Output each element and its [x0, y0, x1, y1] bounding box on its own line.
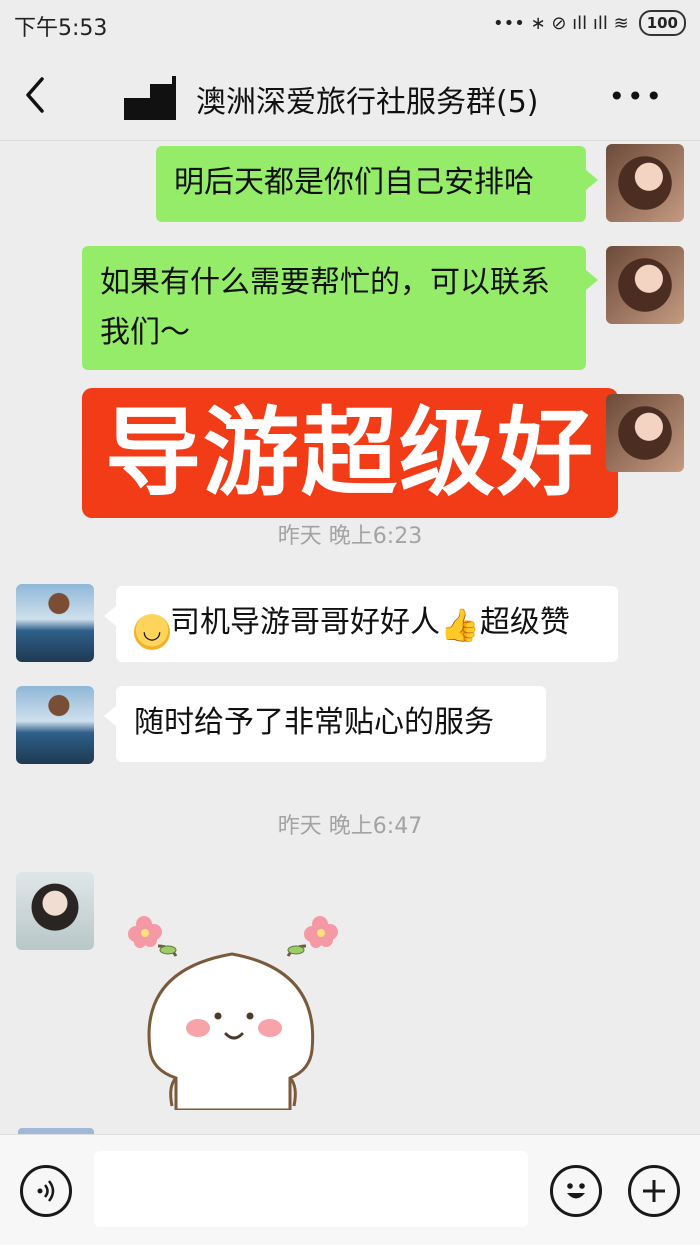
avatar[interactable]	[606, 246, 684, 324]
plus-icon[interactable]	[628, 1165, 680, 1217]
avatar[interactable]	[606, 394, 684, 472]
battery-icon: 100	[638, 10, 686, 36]
thumbs-up-icon: 👍	[440, 606, 480, 644]
message-text: 超级赞	[479, 605, 570, 640]
image-message-banner[interactable]: 导游超级好	[82, 388, 618, 518]
avatar[interactable]	[16, 872, 94, 950]
message-bubble-outgoing[interactable]: 如果有什么需要帮忙的，可以联系我们～	[82, 246, 598, 370]
more-options-icon[interactable]: •••	[608, 80, 664, 113]
input-bar	[0, 1134, 700, 1245]
message-timestamp: 昨天 晚上6:23	[277, 524, 423, 549]
header-divider	[0, 140, 700, 141]
redaction-mark	[172, 76, 176, 84]
avatar[interactable]	[16, 584, 94, 662]
status-time: 下午5:53	[14, 16, 108, 41]
message-bubble-incoming[interactable]: ◡ 司机导游哥哥好好人👍超级赞	[104, 586, 618, 662]
message-text: 司机导游哥哥好好人	[170, 605, 440, 640]
redaction-mark	[124, 98, 150, 120]
emoji-icon[interactable]	[550, 1165, 602, 1217]
status-icons: ••• ∗ ⊘ ıll ıll ≋ 100	[493, 10, 686, 36]
redaction-mark	[150, 84, 176, 120]
avatar[interactable]	[606, 144, 684, 222]
message-input[interactable]	[94, 1151, 528, 1227]
message-bubble-outgoing[interactable]: 明后天都是你们自己安排哈	[156, 146, 598, 222]
voice-icon[interactable]	[20, 1165, 72, 1217]
smile-emoji-icon: ◡	[134, 614, 170, 650]
signal-icons: ••• ∗ ⊘ ıll ıll ≋	[492, 12, 629, 34]
back-icon[interactable]	[22, 72, 62, 118]
chat-title: 澳洲深爱旅行社服务群(5)	[196, 85, 539, 120]
status-bar: 下午5:53 ••• ∗ ⊘ ıll ıll ≋ 100	[0, 0, 700, 50]
avatar[interactable]	[16, 686, 94, 764]
message-timestamp: 昨天 晚上6:47	[277, 814, 423, 839]
cute-bun-sticker-icon[interactable]	[120, 910, 350, 1110]
message-bubble-incoming[interactable]: 随时给予了非常贴心的服务	[104, 686, 546, 762]
